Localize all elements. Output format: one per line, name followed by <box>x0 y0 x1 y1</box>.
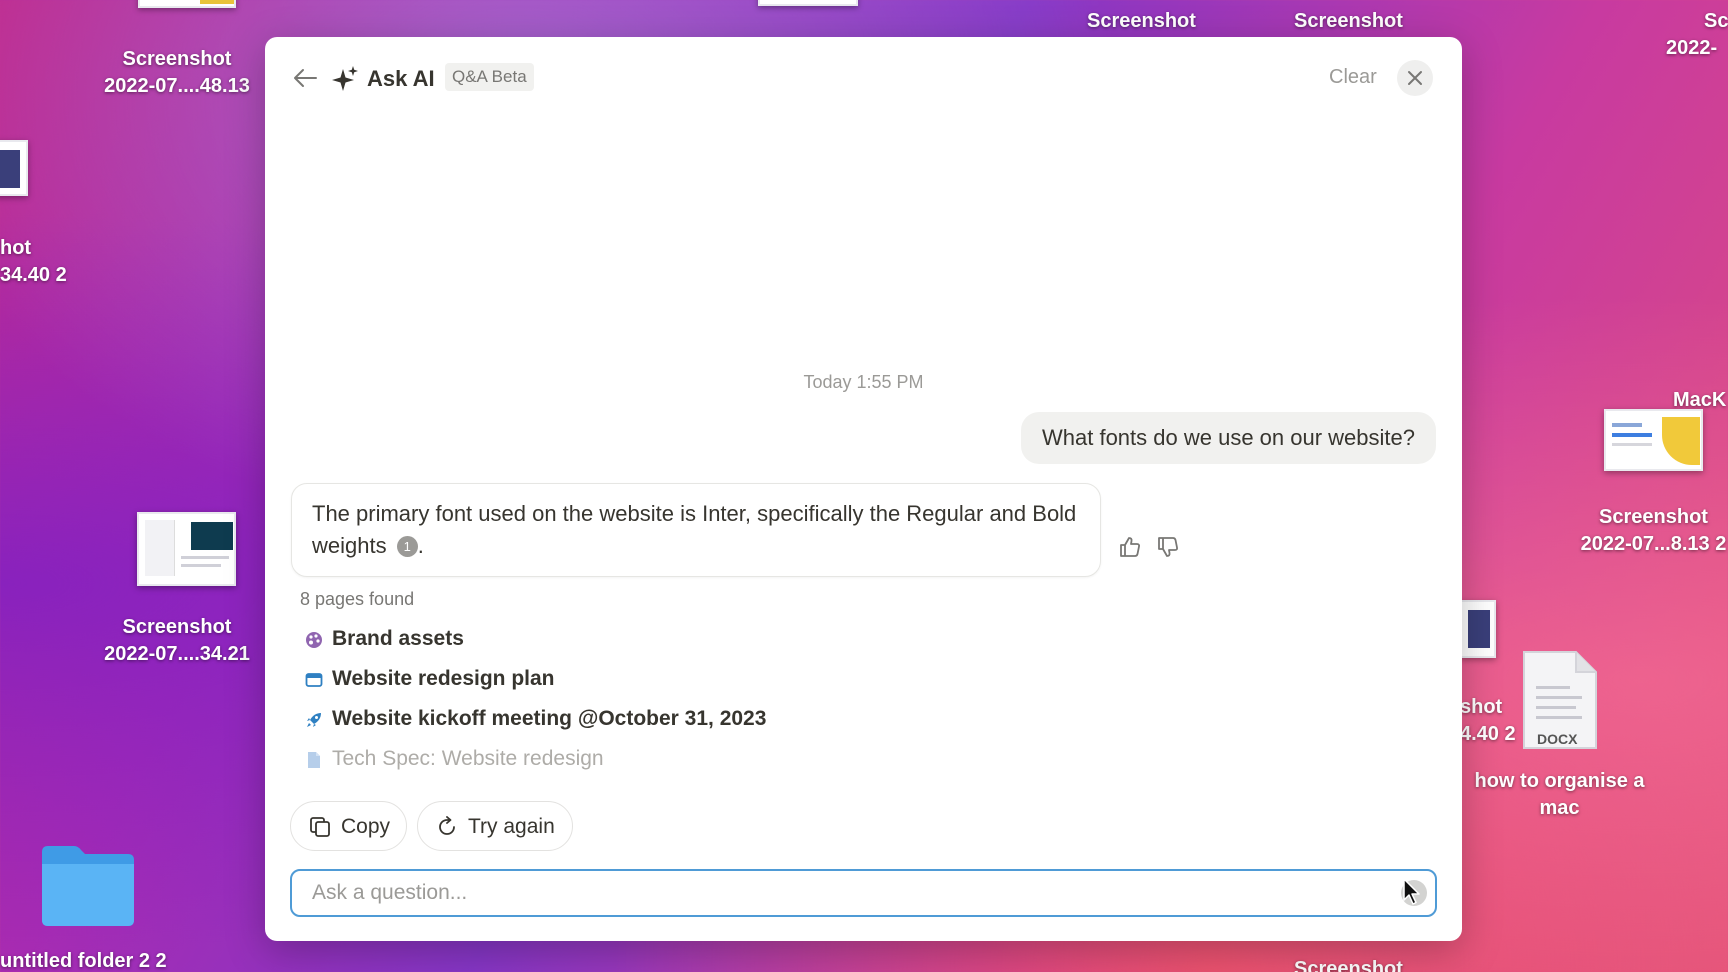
desktop-icon-label[interactable]: Screenshot 2022-07....34.21 <box>92 614 262 668</box>
ask-question-box <box>290 869 1437 917</box>
desktop-icon-label[interactable]: Screenshot <box>1294 8 1403 35</box>
desktop-icon-label[interactable]: Screenshot <box>1294 956 1403 972</box>
thumbs-down-icon[interactable] <box>1156 535 1180 559</box>
try-again-label: Try again <box>468 815 555 838</box>
desktop-icon-label[interactable]: untitled folder 2 2 <box>0 948 167 972</box>
desktop-icon-label[interactable]: Screenshot 2022-07...8.13 2 <box>1556 504 1728 558</box>
screenshot-thumbnail[interactable] <box>1604 409 1703 471</box>
thumbs-up-icon[interactable] <box>1118 535 1142 559</box>
ai-answer-end: . <box>417 533 424 558</box>
folder-icon[interactable] <box>38 842 138 926</box>
close-button[interactable] <box>1397 60 1433 96</box>
try-again-button[interactable]: Try again <box>417 801 573 851</box>
screenshot-thumbnail[interactable] <box>0 140 28 196</box>
citation-badge[interactable]: 1 <box>396 536 418 557</box>
copy-icon <box>310 817 330 837</box>
source-label: Brand assets <box>332 627 464 650</box>
retry-icon <box>439 816 455 835</box>
ask-question-input[interactable] <box>312 871 1372 915</box>
screenshot-thumbnail[interactable] <box>758 0 858 6</box>
desktop-icon-label[interactable]: Screenshot 2022-07....48.13 <box>92 46 262 100</box>
conversation-timestamp: Today 1:55 PM <box>803 372 924 392</box>
ai-answer-text: The primary font used on the website is … <box>312 501 1077 558</box>
screenshot-thumbnail[interactable] <box>137 512 236 586</box>
document-icon <box>308 752 320 768</box>
rocket-icon <box>307 713 321 727</box>
desktop-icon-label[interactable]: Screenshot <box>1087 8 1196 35</box>
screenshot-thumbnail[interactable] <box>138 0 236 8</box>
source-label: Tech Spec: Website redesign <box>332 747 604 770</box>
dialog-title: Ask AI <box>367 66 435 91</box>
browser-window-icon <box>305 673 323 687</box>
close-icon <box>1408 71 1422 85</box>
desktop-icon-label[interactable]: Sc 2022- <box>1666 8 1728 62</box>
pages-found-count: 8 pages found <box>300 589 415 609</box>
sparkle-icon <box>332 66 358 91</box>
ai-answer: The primary font used on the website is … <box>291 483 1101 577</box>
desktop-icon-label[interactable]: how to organise a mac <box>1462 768 1657 822</box>
copy-button-label: Copy <box>341 815 391 838</box>
desktop-icon-label[interactable]: hot 34.40 2 <box>0 235 67 289</box>
ask-ai-dialog: Ask AI Q&A Beta Clear Today 1:55 PM What… <box>265 37 1462 941</box>
beta-badge: Q&A Beta <box>445 63 534 91</box>
back-arrow-icon[interactable] <box>292 67 318 89</box>
palette-icon <box>306 632 322 648</box>
source-label: Website redesign plan <box>332 667 555 690</box>
mouse-cursor-icon <box>1403 878 1420 905</box>
user-message: What fonts do we use on our website? <box>1021 412 1436 464</box>
desktop-icon-label[interactable]: shot 4.40 2 <box>1460 694 1516 748</box>
copy-button[interactable]: Copy <box>290 801 407 851</box>
screenshot-thumbnail[interactable] <box>1460 600 1496 658</box>
clear-button[interactable]: Clear <box>1329 66 1377 89</box>
source-label: Website kickoff meeting @October 31, 202… <box>332 707 767 730</box>
dialog-header: Ask AI Q&A Beta Clear <box>265 37 1462 121</box>
docx-badge: DOCX <box>1537 731 1578 747</box>
